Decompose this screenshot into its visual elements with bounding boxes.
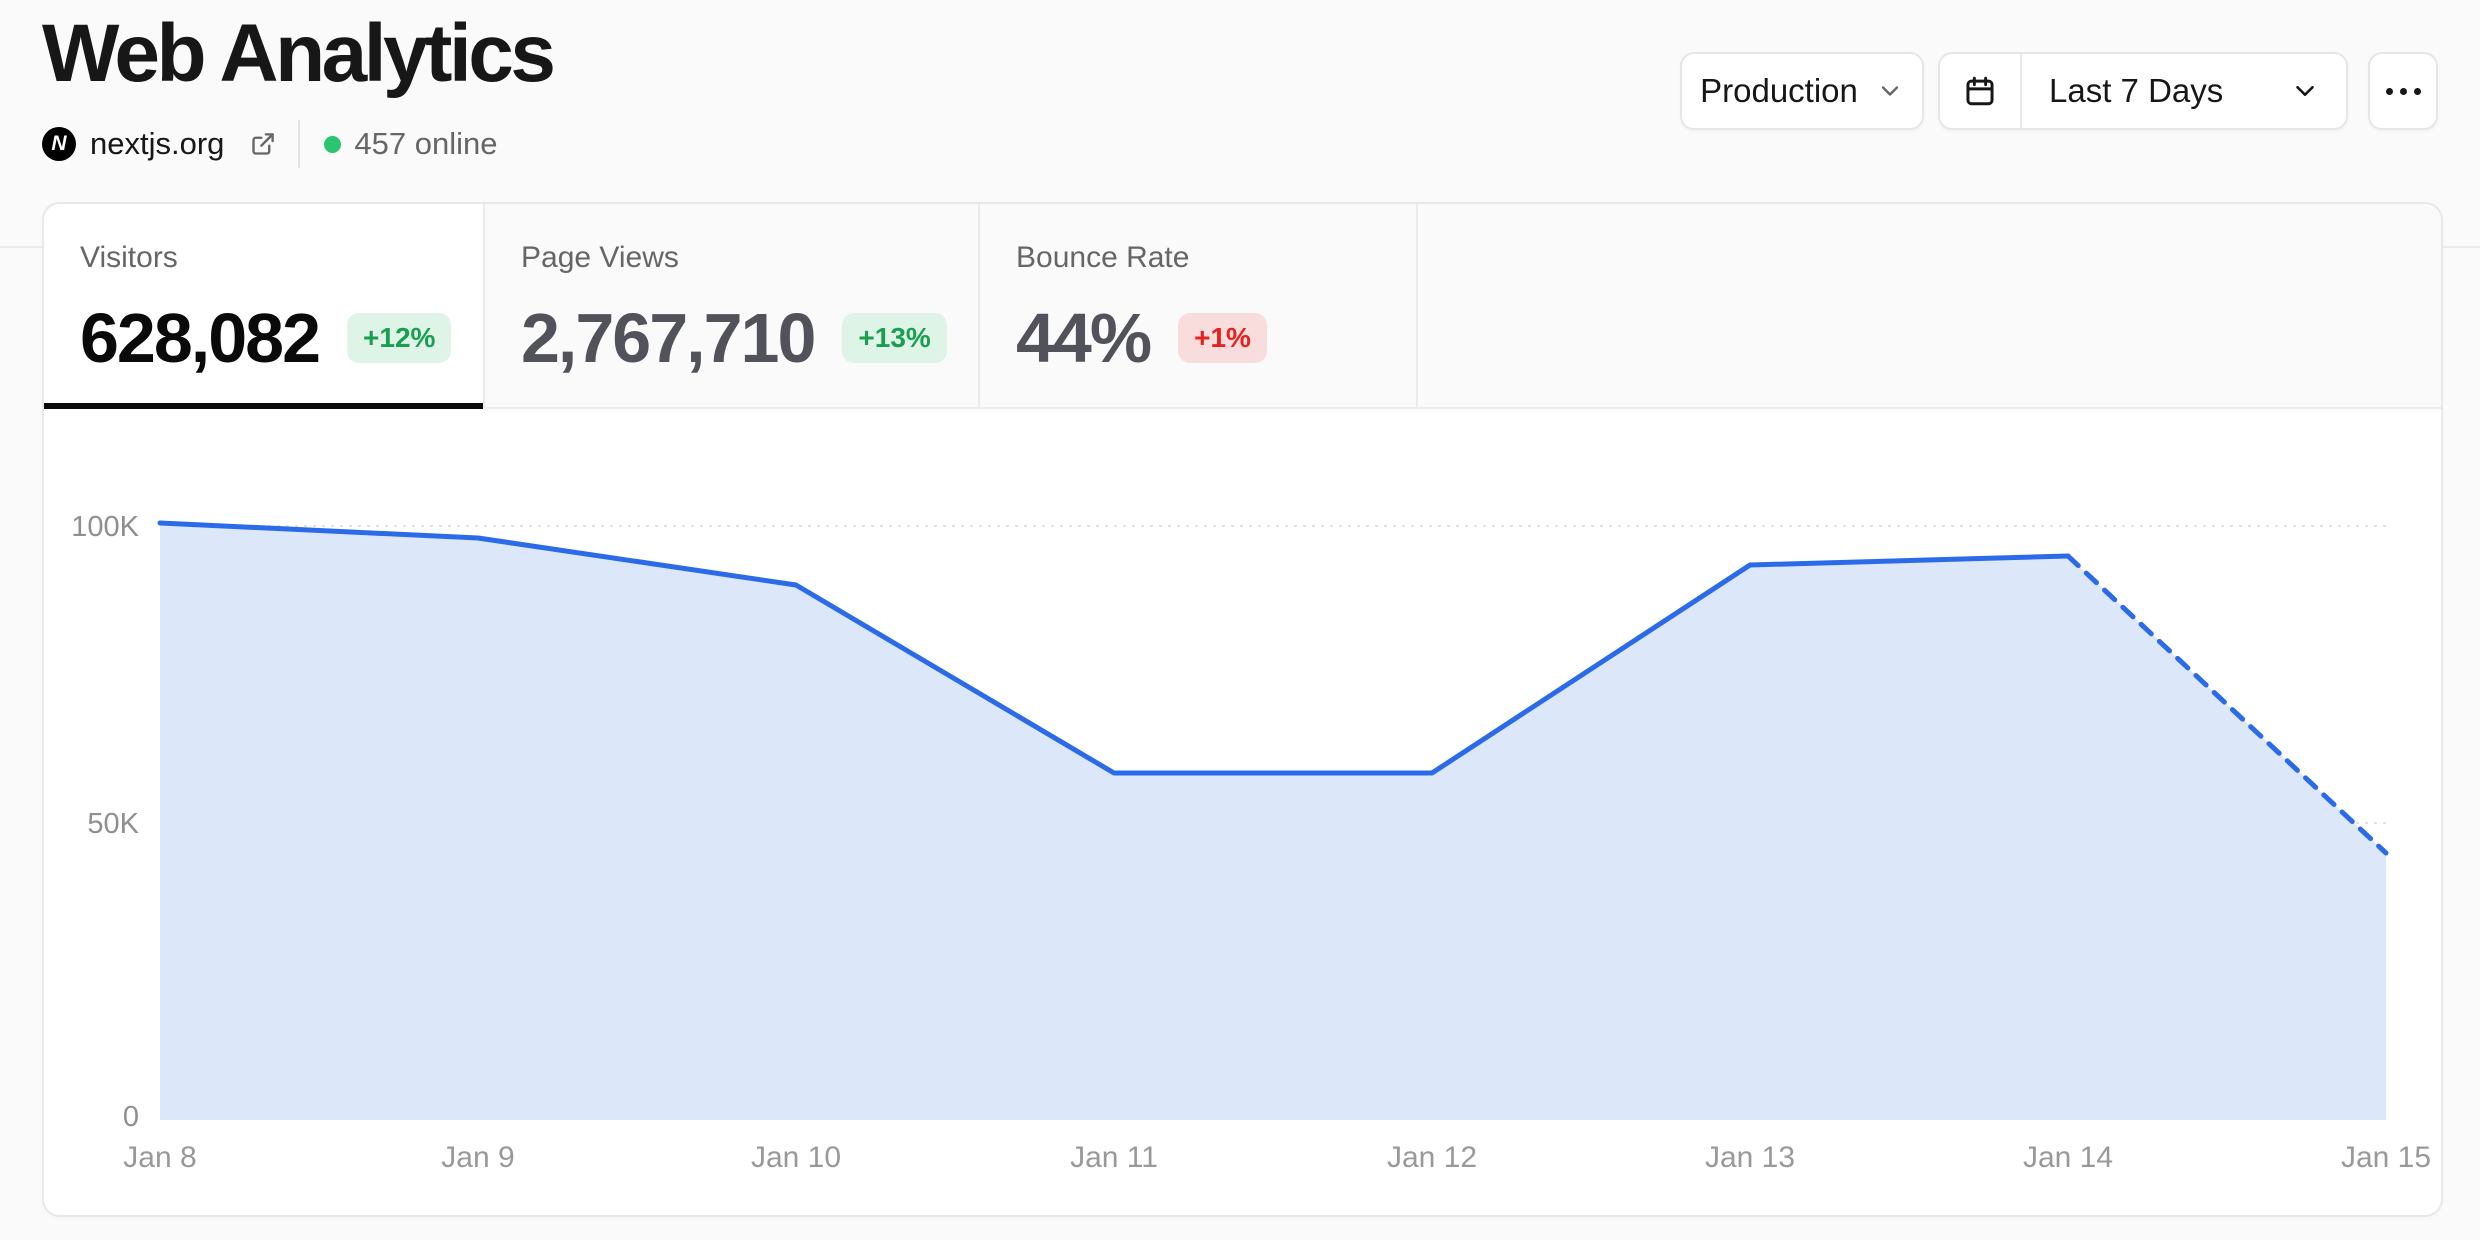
stat-label: Bounce Rate xyxy=(1016,240,1416,276)
date-range-select[interactable]: Last 7 Days xyxy=(1938,52,2348,130)
stat-delta-badge: +1% xyxy=(1178,313,1267,363)
stat-delta-badge: +12% xyxy=(347,313,451,363)
x-axis-tick: Jan 9 xyxy=(441,1141,514,1174)
online-dot-icon xyxy=(324,136,341,153)
y-axis-tick: 100K xyxy=(71,511,139,543)
stat-delta-badge: +13% xyxy=(842,313,946,363)
nextjs-logo-icon: N xyxy=(42,127,76,161)
visitors-chart[interactable]: 0 50K 100K Jan 8 Jan 9 Jan 10 Jan 11 Jan 12 Jan … xyxy=(44,409,2441,1215)
analytics-card: Visitors 628,082 +12% Page Views 2,767,7… xyxy=(42,202,2443,1217)
online-label: 457 online xyxy=(354,126,497,162)
date-range-label: Last 7 Days xyxy=(2022,72,2223,110)
chart-area-fill xyxy=(160,523,2386,1120)
x-axis-tick: Jan 13 xyxy=(1705,1141,1795,1174)
environment-label: Production xyxy=(1700,72,1858,110)
y-axis-tick: 50K xyxy=(87,808,139,840)
tab-bounce-rate[interactable]: Bounce Rate 44% +1% xyxy=(980,204,1418,407)
tab-row-filler xyxy=(1418,204,2441,407)
online-counter: 457 online xyxy=(324,126,497,162)
stat-label: Page Views xyxy=(521,240,978,276)
external-link-icon xyxy=(249,131,276,158)
tab-page-views[interactable]: Page Views 2,767,710 +13% xyxy=(485,204,980,407)
project-domain: nextjs.org xyxy=(90,126,224,162)
x-axis-tick: Jan 10 xyxy=(751,1141,841,1174)
environment-select[interactable]: Production xyxy=(1680,52,1924,130)
tab-visitors[interactable]: Visitors 628,082 +12% xyxy=(44,204,485,407)
ellipsis-icon xyxy=(2386,88,2421,95)
x-axis-tick: Jan 8 xyxy=(123,1141,196,1174)
more-options-button[interactable] xyxy=(2368,52,2438,130)
stat-value: 628,082 xyxy=(80,300,319,376)
stat-value: 2,767,710 xyxy=(521,300,814,376)
chevron-down-icon xyxy=(2290,76,2320,106)
calendar-icon xyxy=(1940,54,2020,128)
stats-tab-row: Visitors 628,082 +12% Page Views 2,767,7… xyxy=(44,204,2441,409)
x-axis-tick: Jan 12 xyxy=(1387,1141,1477,1174)
x-axis-tick: Jan 11 xyxy=(1070,1141,1158,1174)
chevron-down-icon xyxy=(1876,77,1904,105)
x-axis-tick: Jan 15 xyxy=(2341,1141,2431,1174)
stat-value: 44% xyxy=(1016,300,1150,376)
x-axis-tick: Jan 14 xyxy=(2023,1141,2113,1174)
visitors-chart-svg: 0 50K 100K Jan 8 Jan 9 Jan 10 Jan 11 Jan 12 Jan … xyxy=(44,409,2441,1215)
project-link[interactable]: N nextjs.org xyxy=(42,126,276,162)
header-divider xyxy=(298,120,300,168)
y-axis-tick: 0 xyxy=(123,1101,139,1133)
project-row: N nextjs.org 457 online xyxy=(42,118,497,170)
stat-label: Visitors xyxy=(80,240,483,276)
page-title: Web Analytics xyxy=(42,4,552,104)
